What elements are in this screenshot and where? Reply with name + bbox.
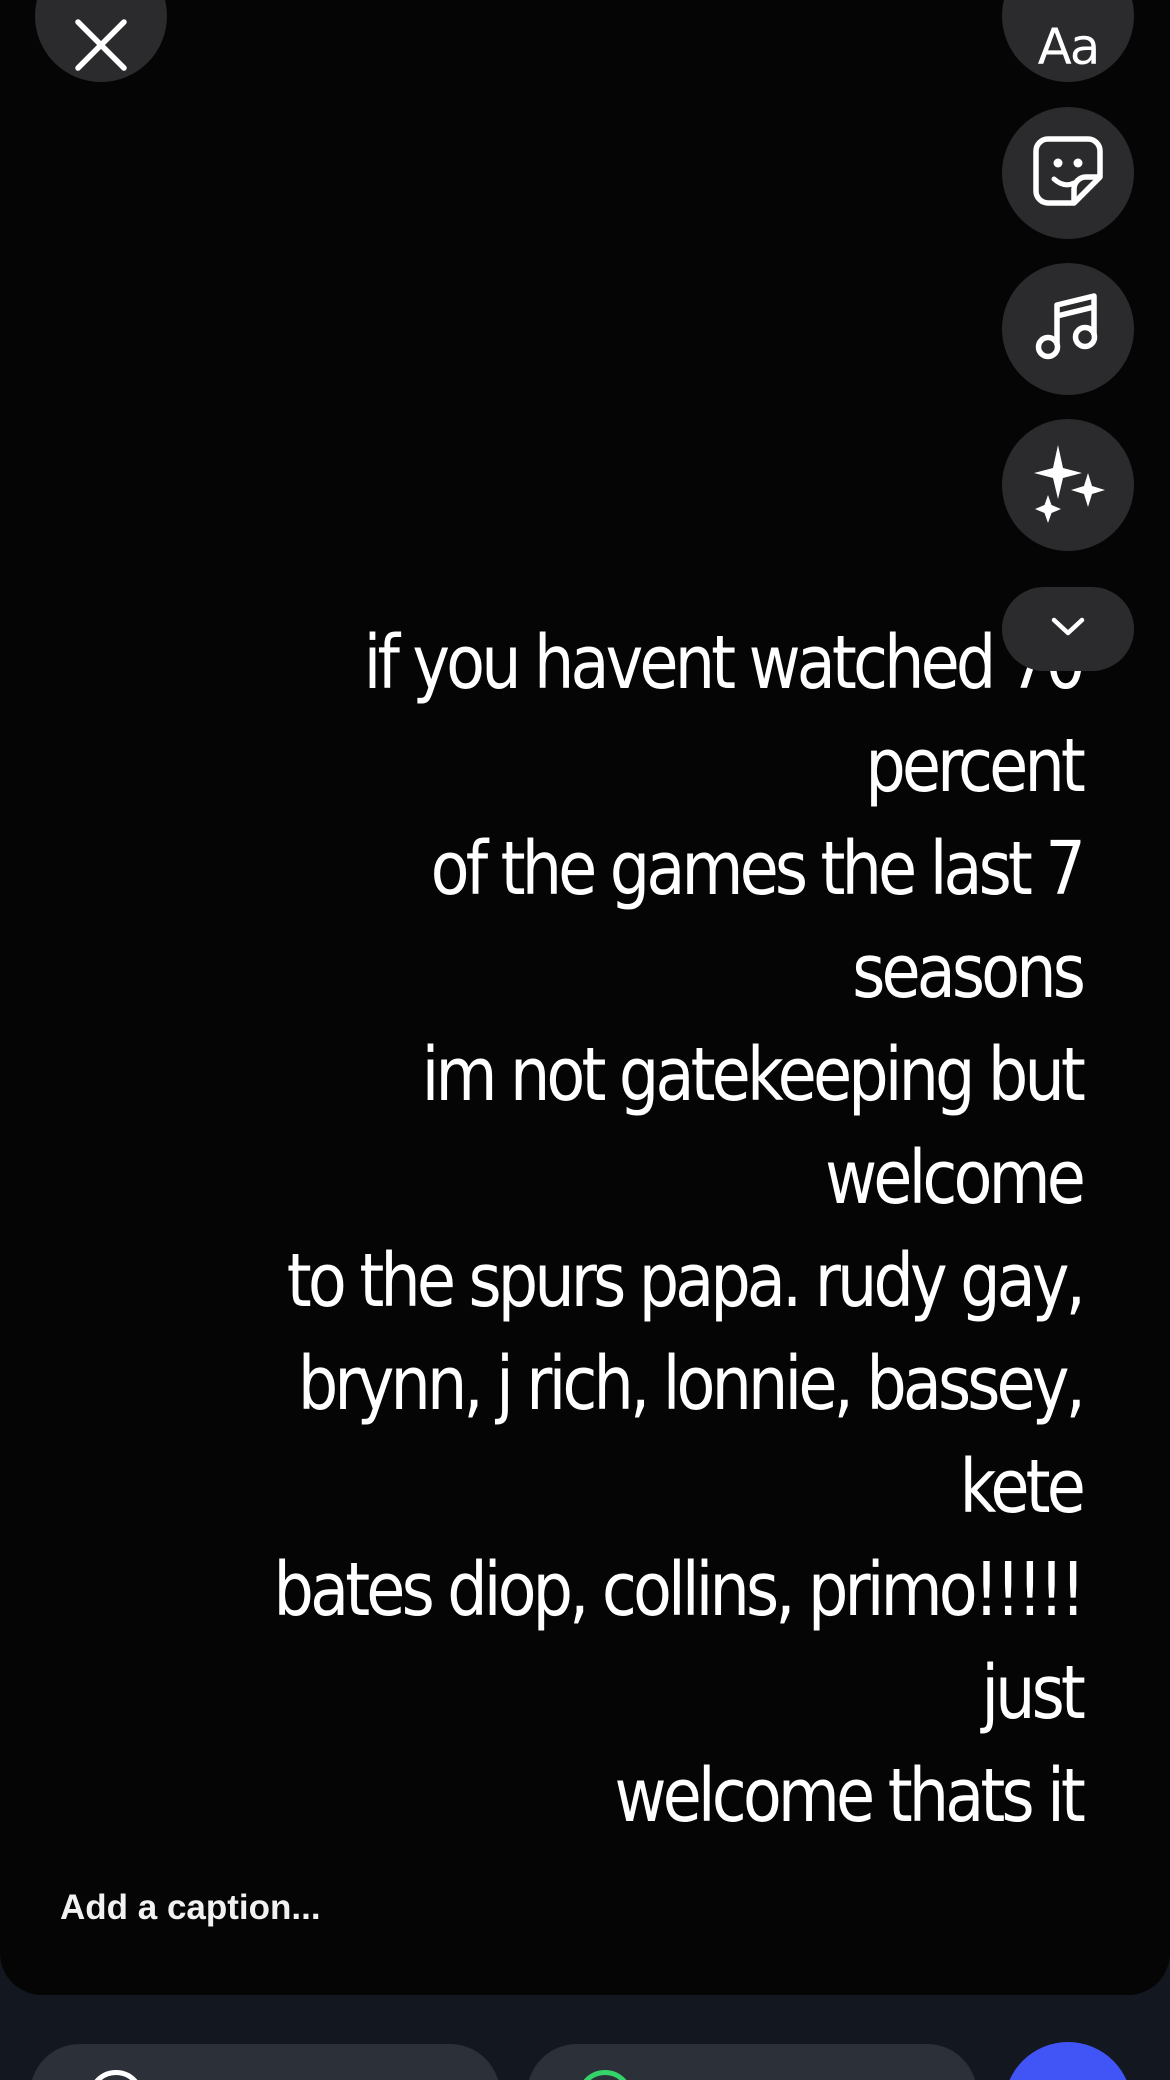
story-text[interactable]: if you havent watched 70 percent of the … [203,612,1086,1848]
story-canvas[interactable]: Aa if you havent watched 70 percent of t… [0,0,1170,1995]
story-text-line: bates diop, collins, primo!!!!! just [273,1547,1086,1736]
your-story-button[interactable] [30,2044,500,2080]
story-text-line: of the games the last 7 seasons [430,826,1086,1015]
close-friends-avatar [577,2070,633,2080]
close-button[interactable] [35,0,167,82]
close-friends-button[interactable] [527,2044,977,2080]
story-text-line: if you havent watched 70 percent [363,620,1086,809]
effects-button[interactable] [1002,419,1134,551]
story-text-line: brynn, j rich, lonnie, bassey, kete [297,1341,1086,1530]
text-tool-label: Aa [1037,18,1101,76]
close-icon [66,0,136,85]
music-button[interactable] [1002,263,1134,395]
story-text-line: welcome thats it [614,1753,1085,1839]
collapse-tools-button[interactable] [1002,587,1134,671]
sticker-icon [1030,133,1106,214]
sticker-button[interactable] [1002,107,1134,239]
music-note-icon [1030,289,1106,370]
sparkles-icon [1028,443,1108,528]
story-text-line: to the spurs papa. rudy gay, [286,1238,1086,1324]
story-text-line: im not gatekeeping but welcome [421,1032,1086,1221]
caption-input[interactable]: Add a caption... [60,1888,321,1928]
your-story-avatar [88,2070,144,2080]
text-tool-button[interactable]: Aa [1002,0,1134,82]
story-editor-screen: Aa if you havent watched 70 percent of t… [0,0,1170,2080]
chevron-down-icon [1048,615,1088,644]
send-button[interactable] [1004,2042,1132,2080]
